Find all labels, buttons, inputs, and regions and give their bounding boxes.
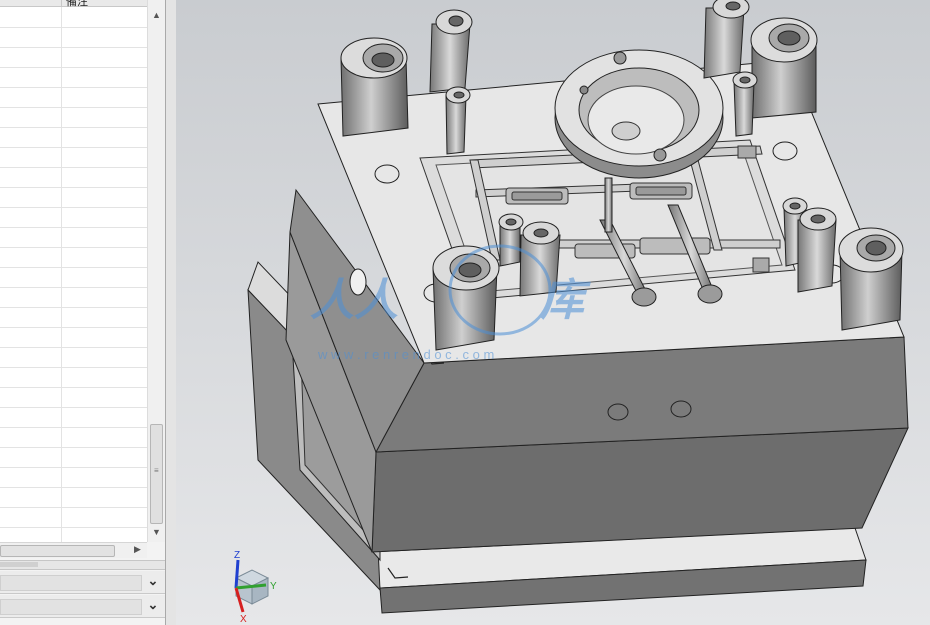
scroll-right-icon[interactable]: ▶	[134, 544, 141, 555]
axis-x-label: X	[240, 614, 247, 625]
table-row[interactable]	[0, 367, 147, 388]
column-separator	[61, 147, 62, 167]
table-row[interactable]	[0, 287, 147, 308]
table-row[interactable]	[0, 27, 147, 48]
watermark-url: w w w . r e n r e n d o c . c o m	[317, 347, 494, 362]
mold-model: 人人 库 w w w . r e n r e n d o c . c o m Z…	[234, 0, 909, 625]
column-separator	[61, 107, 62, 127]
table-header: 備注	[0, 0, 147, 8]
table-row[interactable]	[0, 307, 147, 328]
table-row[interactable]	[0, 47, 147, 68]
column-separator	[61, 67, 62, 87]
axis-z-label: Z	[234, 550, 240, 561]
column-separator	[61, 87, 62, 107]
column-separator	[61, 347, 62, 367]
table-row[interactable]	[0, 487, 147, 508]
axis-y-label: Y	[270, 581, 277, 592]
column-separator	[61, 0, 62, 6]
table-row[interactable]	[0, 347, 147, 368]
column-separator	[61, 447, 62, 467]
horizontal-scrollbar[interactable]: ▶	[0, 542, 147, 558]
table-row[interactable]	[0, 87, 147, 108]
column-separator	[61, 367, 62, 387]
column-separator	[61, 387, 62, 407]
column-separator	[61, 527, 62, 542]
panel-divider[interactable]	[0, 560, 165, 570]
column-separator	[61, 127, 62, 147]
section-bar	[0, 599, 142, 615]
column-separator	[61, 7, 62, 27]
divider-tab	[0, 562, 38, 567]
column-separator	[61, 207, 62, 227]
table-row[interactable]	[0, 7, 147, 28]
table-row[interactable]	[0, 407, 147, 428]
column-separator	[61, 47, 62, 67]
column-separator	[61, 407, 62, 427]
table-row[interactable]	[0, 467, 147, 488]
locating-ring	[554, 49, 724, 179]
column-separator	[61, 187, 62, 207]
svg-text:库: 库	[539, 276, 591, 325]
column-separator	[61, 507, 62, 527]
navigator-table: 備注	[0, 0, 147, 542]
horizontal-scroll-thumb[interactable]	[0, 545, 115, 557]
column-separator	[61, 467, 62, 487]
column-separator	[61, 267, 62, 287]
table-row[interactable]	[0, 67, 147, 88]
scroll-up-icon[interactable]: ▲	[152, 10, 161, 20]
table-row[interactable]	[0, 327, 147, 348]
svg-text:人人: 人人	[310, 276, 398, 325]
table-row[interactable]	[0, 267, 147, 288]
column-separator	[61, 247, 62, 267]
table-row[interactable]	[0, 227, 147, 248]
column-separator	[61, 327, 62, 347]
column-separator	[61, 227, 62, 247]
table-row[interactable]	[0, 167, 147, 188]
table-row[interactable]	[0, 387, 147, 408]
column-separator	[61, 27, 62, 47]
column-separator	[61, 307, 62, 327]
grip-icon: ≡	[154, 466, 159, 475]
table-row[interactable]	[0, 507, 147, 528]
table-row[interactable]	[0, 427, 147, 448]
table-row[interactable]	[0, 447, 147, 468]
vertical-scrollbar[interactable]: ▲ ≡ ▼	[147, 0, 165, 542]
table-row[interactable]	[0, 247, 147, 268]
table-row[interactable]	[0, 147, 147, 168]
chevron-down-icon[interactable]: ⌄	[143, 597, 163, 615]
details-section[interactable]: ⌄	[0, 571, 165, 594]
table-row[interactable]	[0, 207, 147, 228]
scroll-down-icon[interactable]: ▼	[152, 527, 161, 537]
column-separator	[61, 287, 62, 307]
table-row[interactable]	[0, 527, 147, 542]
column-separator	[61, 167, 62, 187]
vertical-scroll-thumb[interactable]: ≡	[150, 424, 163, 524]
section-bar	[0, 575, 142, 591]
column-separator	[61, 487, 62, 507]
table-row[interactable]	[0, 127, 147, 148]
chevron-down-icon[interactable]: ⌄	[143, 573, 163, 591]
table-row[interactable]	[0, 187, 147, 208]
orientation-triad: Z Y X	[234, 550, 277, 625]
preview-section[interactable]: ⌄	[0, 595, 165, 618]
navigator-panel: 備注 ▲ ≡ ▼ ▶ ⌄ ⌄	[0, 0, 166, 625]
graphics-viewport[interactable]: 人人 库 w w w . r e n r e n d o c . c o m Z…	[176, 0, 930, 625]
table-row[interactable]	[0, 107, 147, 128]
column-separator	[61, 427, 62, 447]
